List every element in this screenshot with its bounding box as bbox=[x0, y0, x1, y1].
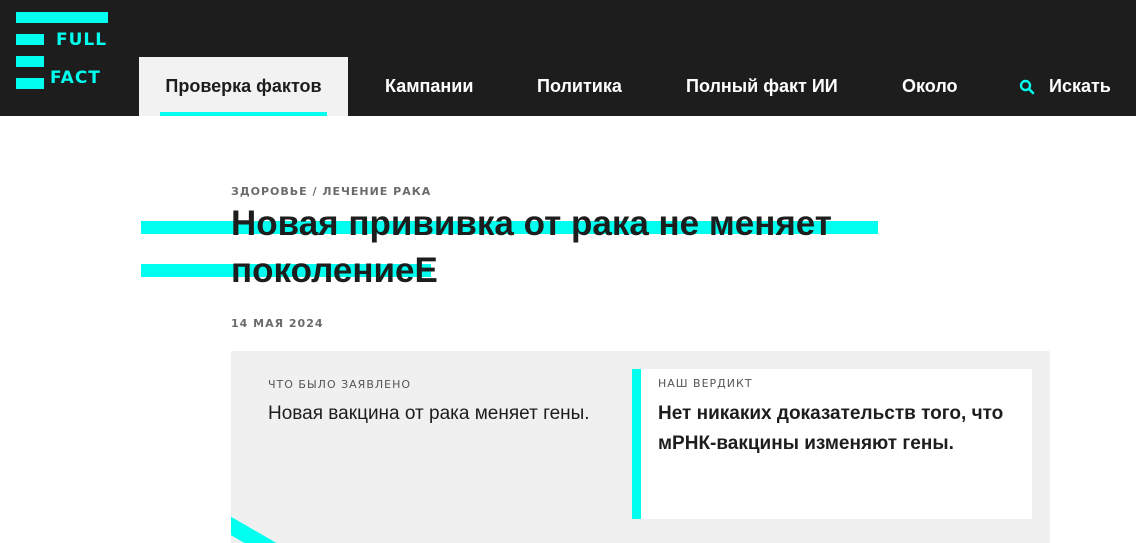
nav-item-about[interactable]: Около bbox=[902, 57, 958, 116]
search-button[interactable]: Искать bbox=[1019, 57, 1111, 116]
verdict-card: НАШ ВЕРДИКТ Нет никаких доказательств то… bbox=[632, 369, 1032, 519]
decorative-stripe bbox=[231, 511, 291, 543]
page-title: Новая прививка от рака не меняет поколен… bbox=[231, 204, 832, 290]
verdict-accent-bar bbox=[632, 369, 641, 519]
breadcrumb[interactable]: ЗДОРОВЬЕ / ЛЕЧЕНИЕ РАКА bbox=[231, 185, 431, 198]
search-icon bbox=[1019, 79, 1035, 94]
claim-label: ЧТО БЫЛО ЗАЯВЛЕНО bbox=[268, 378, 412, 391]
nav-item-full-fact-ai[interactable]: Полный факт ИИ bbox=[686, 57, 838, 116]
search-label: Искать bbox=[1049, 76, 1111, 96]
nav-item-fact-checks[interactable]: Проверка фактов bbox=[139, 57, 348, 116]
verdict-text: Нет никаких доказательств того, что мРНК… bbox=[658, 403, 1004, 454]
logo-text-full: FULL bbox=[56, 30, 108, 50]
site-header: FULL FACT Проверка фактов Кампании Полит… bbox=[0, 0, 1136, 116]
verdict-label: НАШ ВЕРДИКТ bbox=[658, 377, 753, 390]
claim-text: Новая вакцина от рака меняет гены. bbox=[268, 403, 590, 424]
nav-item-politics[interactable]: Политика bbox=[537, 57, 622, 116]
title-block: Новая прививка от рака не меняет поколен… bbox=[141, 198, 901, 290]
claim-verdict-panel: ЧТО БЫЛО ЗАЯВЛЕНО Новая вакцина от рака … bbox=[231, 351, 1050, 543]
main-nav: Проверка фактов Кампании Политика Полный… bbox=[139, 57, 958, 116]
publish-date: 14 МАЯ 2024 bbox=[231, 317, 324, 330]
full-fact-logo[interactable]: FULL FACT bbox=[16, 12, 108, 89]
nav-item-campaigns[interactable]: Кампании bbox=[385, 57, 473, 116]
logo-text-fact: FACT bbox=[50, 68, 101, 88]
